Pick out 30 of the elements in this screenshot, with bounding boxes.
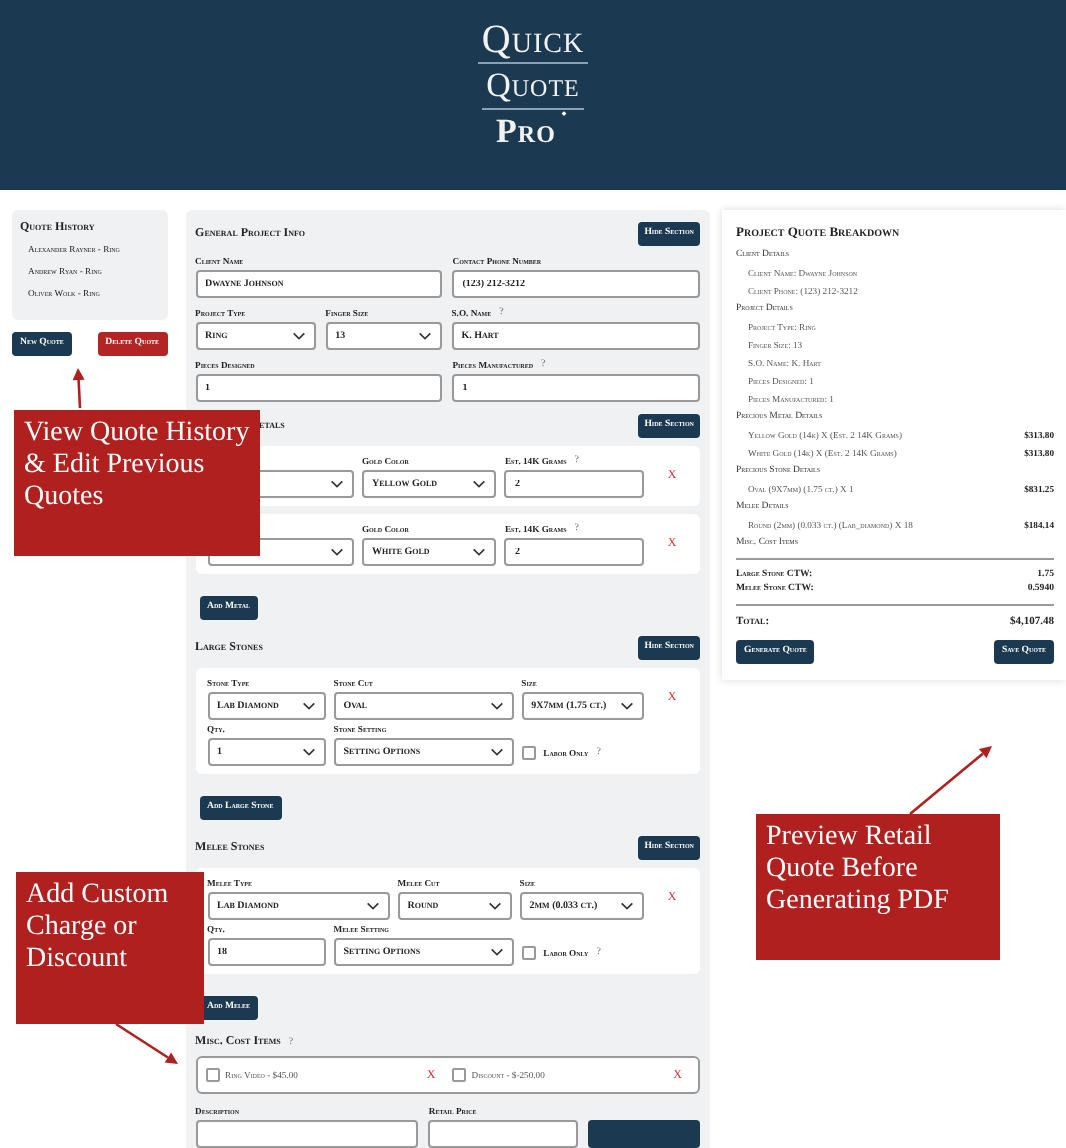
chevron-icon — [472, 480, 487, 488]
checkbox[interactable] — [521, 745, 536, 759]
chevron-icon — [472, 548, 487, 556]
chevron-icon — [301, 702, 316, 710]
logo-text: Quick — [481, 18, 585, 62]
logo-text: Quote — [486, 64, 580, 108]
chevron-icon — [365, 902, 380, 910]
chevron-icon — [489, 948, 504, 956]
chevron-icon — [417, 332, 432, 340]
checkbox[interactable] — [205, 1068, 220, 1082]
chevron-icon — [329, 548, 344, 556]
chevron-icon — [489, 702, 504, 710]
chevron-icon — [329, 480, 344, 488]
chevron-icon — [301, 748, 316, 756]
chevron-icon — [489, 748, 504, 756]
callout-tooltip: Add Custom Charge or Discount — [16, 872, 204, 1024]
arrow — [115, 1022, 178, 1064]
callout-tooltip: Preview Retail Quote Before Generating PDF — [756, 814, 1000, 960]
input-field[interactable] — [195, 1120, 419, 1148]
callout-tooltip: View Quote History & Edit Previous Quotes — [14, 410, 260, 556]
checkbox[interactable] — [451, 1068, 466, 1082]
arrow — [909, 746, 992, 815]
chevron-icon — [291, 332, 306, 340]
chevron-icon — [487, 902, 502, 910]
checkbox[interactable] — [521, 945, 536, 959]
logo-text: Pro — [496, 110, 556, 154]
chevron-icon — [619, 902, 634, 910]
arrow — [72, 368, 85, 409]
input-field[interactable] — [428, 1120, 579, 1148]
chevron-icon — [619, 702, 634, 710]
